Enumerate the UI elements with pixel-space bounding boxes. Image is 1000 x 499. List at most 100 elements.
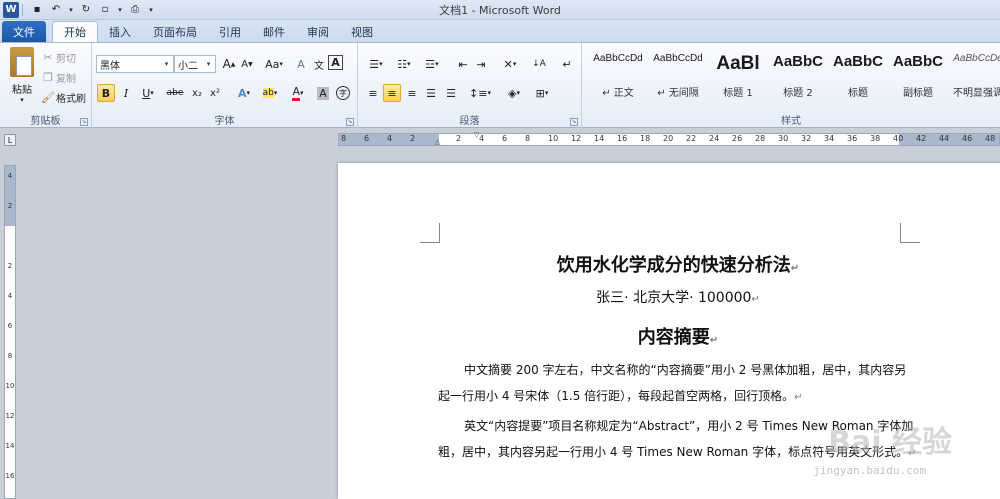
style-item[interactable]: AaBbCcDd ↵ 无间隔 [648, 47, 708, 103]
format-painter-button[interactable]: 🖌 格式刷 [40, 89, 86, 105]
shrink-font-button[interactable]: A ▼ [238, 55, 256, 73]
strikethrough-button[interactable]: abe [164, 84, 186, 102]
enclosed-char-icon: 字 [336, 86, 350, 100]
new-doc-icon[interactable]: ▫ [97, 2, 113, 18]
tab-insert[interactable]: 插入 [98, 21, 142, 42]
tab-home[interactable]: 开始 [52, 21, 98, 42]
style-name: 标题 [848, 88, 868, 99]
tab-page-layout[interactable]: 页面布局 [142, 21, 208, 42]
increase-indent-button[interactable]: ⇥ [472, 55, 490, 73]
tab-selector-button[interactable]: L [4, 134, 16, 146]
customize-quick-access-icon[interactable]: ▾ [146, 2, 156, 18]
undo-icon[interactable]: ↶ [48, 2, 64, 18]
save-icon[interactable]: ▪ [29, 2, 45, 18]
distributed-icon: ☰ [446, 86, 456, 100]
abstract-heading[interactable]: 内容摘要↵ [438, 323, 918, 349]
enclosed-char-button[interactable]: 字 [334, 84, 352, 102]
ruler-number: 32 [801, 134, 812, 143]
tab-file[interactable]: 文件 [2, 21, 46, 42]
styles-group: AaBbCcDd ↵ 正文 AaBbCcDd ↵ 无间隔 AaBl 标题 1 AaBbC 标题… [582, 43, 1000, 129]
subscript-button[interactable]: x₂ [188, 84, 206, 102]
tab-references[interactable]: 引用 [208, 21, 252, 42]
sort-button[interactable]: ↓A [530, 55, 548, 73]
ruler-number: 40 [893, 134, 904, 143]
increase-indent-icon: ⇥ [476, 57, 486, 71]
watermark-logo: Bai 经验 [828, 425, 952, 460]
grow-font-icon: A [222, 57, 231, 71]
style-item[interactable]: AaBbCcDe 不明显强调 [948, 47, 1000, 103]
style-sample: AaBbC [832, 53, 883, 70]
ruler-number: 4 [479, 134, 485, 143]
char-border-button[interactable]: A [328, 55, 343, 70]
document-title[interactable]: 饮用水化学成分的快速分析法↵ [438, 251, 918, 277]
char-shading-button[interactable]: A [314, 84, 332, 102]
copy-button[interactable]: ❐ 复制 [40, 69, 76, 85]
tab-review[interactable]: 审阅 [296, 21, 340, 42]
underline-button[interactable]: U ▾ [136, 84, 160, 102]
font-color-button[interactable]: A ▾ [286, 84, 310, 102]
ruler-number: 44 [939, 134, 950, 143]
chevron-down-icon[interactable]: ▾ [67, 2, 75, 18]
style-item[interactable]: AaBbCcDd ↵ 正文 [588, 47, 648, 103]
show-marks-button[interactable]: ↵ [558, 55, 576, 73]
numbering-button[interactable]: ☷ ▾ [392, 55, 416, 73]
sort-icon: ↓A [532, 59, 546, 69]
chinese-layout-button[interactable]: ✕ ▾ [498, 55, 522, 73]
align-left-button[interactable]: ≡ [364, 84, 382, 102]
italic-button[interactable]: I [117, 84, 135, 102]
line-spacing-button[interactable]: ↕≡ ▾ [468, 84, 492, 102]
clipboard-launcher-icon[interactable]: ↘ [80, 118, 88, 126]
align-right-button[interactable]: ≡ [403, 84, 421, 102]
font-name-select[interactable]: 黑体 ▾ [96, 55, 174, 73]
bold-button[interactable]: B [97, 84, 115, 102]
shading-button[interactable]: ◈ ▾ [502, 84, 526, 102]
clear-format-button[interactable]: A [292, 55, 310, 73]
font-launcher-icon[interactable]: ↘ [346, 118, 354, 126]
multilevel-list-button[interactable]: ☲ ▾ [420, 55, 444, 73]
paragraph-mark: ↵ [751, 294, 760, 305]
ruler-number: 34 [824, 134, 835, 143]
superscript-button[interactable]: x² [206, 84, 224, 102]
highlight-button[interactable]: ab ▾ [258, 84, 282, 102]
borders-button[interactable]: ⊞ ▾ [530, 84, 554, 102]
pilcrow-icon: ↵ [562, 57, 572, 71]
left-indent-marker[interactable]: △ [435, 138, 440, 146]
change-case-button[interactable]: Aa ▾ [262, 55, 286, 73]
grow-font-button[interactable]: A ▲ [220, 55, 238, 73]
borders-icon: ⊞ [535, 86, 545, 100]
style-item[interactable]: AaBbC 标题 [828, 47, 888, 103]
redo-icon[interactable]: ↻ [78, 2, 94, 18]
tab-view[interactable]: 视图 [340, 21, 384, 42]
style-item[interactable]: AaBbC 标题 2 [768, 47, 828, 103]
chevron-down-icon: ▾ [20, 96, 24, 104]
distributed-button[interactable]: ☰ [442, 84, 460, 102]
phonetic-guide-button[interactable]: 文 [310, 55, 328, 73]
bullets-button[interactable]: ☰ ▾ [364, 55, 388, 73]
vertical-ruler[interactable]: 4 2 2 4 6 8 10 12 14 16 [4, 165, 16, 499]
justify-button[interactable]: ☰ [422, 84, 440, 102]
ruler-number: 10 [5, 382, 15, 390]
style-sample: AaBbC [772, 53, 823, 70]
style-name: 副标题 [903, 88, 933, 99]
tab-mailings[interactable]: 邮件 [252, 21, 296, 42]
chevron-down-icon[interactable]: ▾ [116, 2, 124, 18]
clipboard-group: 粘贴 ▾ ✂ 剪切 ❐ 复制 🖌 格式刷 剪贴板 ↘ [0, 43, 92, 129]
paragraph-launcher-icon[interactable]: ↘ [570, 118, 578, 126]
copy-icon: ❐ [43, 70, 53, 84]
style-name: 标题 2 [783, 88, 813, 99]
print-icon[interactable]: ⎙ [127, 2, 143, 18]
align-center-button[interactable]: ≡ [383, 84, 401, 102]
paste-button[interactable]: 粘贴 ▾ [6, 47, 38, 105]
document-page[interactable]: 饮用水化学成分的快速分析法↵ 张三· 北京大学· 100000↵ 内容摘要↵ 中… [338, 163, 1000, 499]
abstract-paragraph-1[interactable]: 中文摘要 200 字左右，中文名称的“内容摘要”用小 2 号黑体加粗，居中，其内… [438, 357, 918, 411]
text-effects-button[interactable]: A ▾ [232, 84, 256, 102]
cut-button[interactable]: ✂ 剪切 [40, 49, 76, 65]
document-author[interactable]: 张三· 北京大学· 100000↵ [438, 287, 918, 307]
ruler-number: 2 [456, 134, 462, 143]
decrease-indent-button[interactable]: ⇤ [454, 55, 472, 73]
horizontal-ruler[interactable]: ▽ △ 8 6 4 2 2 4 6 8 10 12 14 16 18 20 22 24 26 28 30 32 34 36… [338, 131, 1000, 146]
word-icon[interactable]: W [3, 1, 19, 18]
style-item[interactable]: AaBl 标题 1 [708, 47, 768, 103]
font-size-select[interactable]: 小二 ▾ [174, 55, 216, 73]
style-item[interactable]: AaBbC 副标题 [888, 47, 948, 103]
